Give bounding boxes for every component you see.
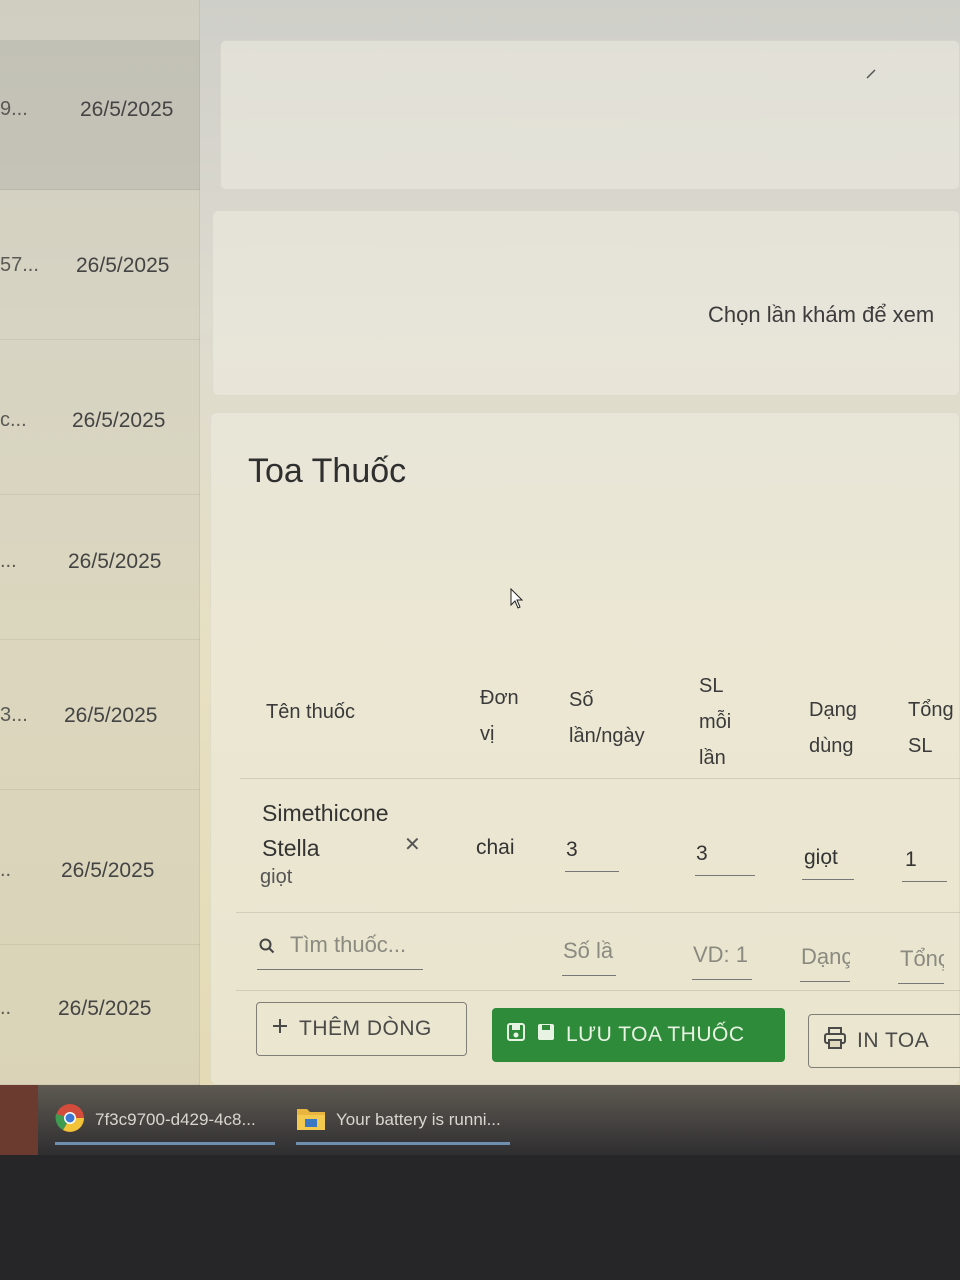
- visit-id: c...: [0, 409, 27, 431]
- search-placeholder: Tìm thuốc...: [290, 932, 407, 957]
- chrome-icon: [55, 1103, 85, 1138]
- col-unit-line: vị: [480, 723, 495, 745]
- mouse-cursor-icon: [510, 587, 524, 610]
- col-times-line: lần/ngày: [569, 725, 645, 747]
- visit-list: 9... 26/5/2025 57... 26/5/2025 c... 26/5…: [0, 0, 200, 1085]
- header-divider: [240, 778, 960, 779]
- start-area[interactable]: [0, 1085, 38, 1155]
- visit-row[interactable]: .. 26/5/2025: [0, 935, 200, 1085]
- active-indicator: [296, 1142, 510, 1145]
- prescription-title: Toa Thuốc: [248, 452, 407, 490]
- unit-value: chai: [476, 836, 515, 859]
- form-value: giọt: [804, 846, 838, 869]
- floppy-icon: [536, 1022, 556, 1048]
- col-dose-line: mỗi: [699, 711, 732, 733]
- col-times-line: Số: [569, 689, 594, 711]
- new-total-input[interactable]: Tổnç: [898, 946, 944, 984]
- row-divider: [236, 912, 960, 913]
- col-total-line: Tổng: [908, 699, 954, 721]
- visit-date: 26/5/2025: [64, 704, 158, 727]
- taskbar-chrome-item[interactable]: 7f3c9700-d429-4c8...: [55, 1095, 275, 1145]
- taskbar: 7f3c9700-d429-4c8... Your battery is run…: [0, 1085, 960, 1155]
- visit-date: 26/5/2025: [68, 550, 162, 573]
- visit-row[interactable]: 9... 26/5/2025: [0, 40, 200, 190]
- col-form-line: dùng: [809, 735, 854, 757]
- visit-row[interactable]: 3... 26/5/2025: [0, 640, 200, 790]
- visit-id: 57...: [0, 254, 39, 276]
- taskbar-battery-item[interactable]: Your battery is runni...: [296, 1095, 510, 1145]
- visit-id: ..: [0, 859, 12, 881]
- visit-id: 9...: [0, 98, 28, 120]
- col-unit: Đơn vị: [480, 680, 519, 752]
- app-screen: 9... 26/5/2025 57... 26/5/2025 c... 26/5…: [0, 0, 960, 1085]
- battery-item-label: Your battery is runni...: [336, 1110, 501, 1129]
- dose-placeholder: VD: 1: [693, 942, 749, 967]
- visit-row[interactable]: .. 26/5/2025: [0, 795, 200, 945]
- visit-date: 26/5/2025: [61, 859, 155, 882]
- printer-icon: [823, 1027, 847, 1055]
- col-dose-line: lần: [699, 747, 726, 769]
- drug-form-sub: giọt: [260, 866, 293, 888]
- visit-row[interactable]: c... 26/5/2025: [0, 345, 200, 495]
- visit-id: ...: [0, 550, 17, 572]
- search-icon: [259, 938, 275, 959]
- plus-icon: [271, 1017, 289, 1041]
- dose-input[interactable]: 3: [695, 842, 755, 876]
- visit-row[interactable]: ... 26/5/2025: [0, 490, 200, 640]
- col-form: Dạng dùng: [809, 692, 857, 764]
- col-times-per-day: Số lần/ngày: [569, 682, 645, 754]
- visit-id: ..: [0, 997, 12, 1019]
- col-total-line: SL: [908, 735, 933, 757]
- form-placeholder: Dạnç: [801, 944, 850, 969]
- times-per-day-input[interactable]: 3: [565, 838, 619, 872]
- input-divider: [236, 990, 960, 991]
- header-card: [220, 40, 960, 190]
- chrome-item-label: 7f3c9700-d429-4c8...: [95, 1110, 256, 1129]
- add-row-button[interactable]: THÊM DÒNG: [256, 1002, 467, 1056]
- col-unit-line: Đơn: [480, 687, 519, 709]
- new-times-input[interactable]: Số lầ: [562, 938, 616, 976]
- save-prescription-button[interactable]: LƯU TOA THUỐC: [492, 1008, 785, 1062]
- visit-date: 26/5/2025: [76, 254, 170, 277]
- col-total: Tổng SL: [908, 692, 954, 764]
- save-label: LƯU TOA THUỐC: [566, 1023, 745, 1046]
- visit-date: 26/5/2025: [58, 997, 152, 1020]
- times-per-day-value: 3: [566, 838, 578, 861]
- form-input[interactable]: giọt: [802, 846, 854, 880]
- drug-search-input[interactable]: Tìm thuốc...: [257, 932, 423, 970]
- col-form-line: Dạng: [809, 699, 857, 721]
- total-placeholder: Tổnç: [900, 946, 944, 971]
- add-row-label: THÊM DÒNG: [299, 1017, 432, 1040]
- print-label: IN TOA: [857, 1029, 930, 1052]
- visit-date: 26/5/2025: [80, 98, 174, 121]
- edit-icon[interactable]: [866, 68, 876, 82]
- total-value: 1: [905, 848, 917, 871]
- times-placeholder: Số lầ: [563, 938, 614, 963]
- drug-name-line: Stella: [262, 835, 320, 861]
- active-indicator: [55, 1142, 275, 1145]
- visit-date: 26/5/2025: [72, 409, 166, 432]
- select-visit-hint: Chọn lần khám để xem: [708, 302, 935, 327]
- col-dose: SL mỗi lần: [699, 668, 731, 776]
- new-form-input[interactable]: Dạnç: [800, 944, 850, 982]
- new-dose-input[interactable]: VD: 1: [692, 942, 752, 980]
- col-dose-line: SL: [699, 675, 724, 697]
- total-input[interactable]: 1: [902, 848, 947, 882]
- col-drug-name: Tên thuốc: [266, 701, 355, 723]
- save-icon: [506, 1022, 526, 1048]
- visit-row[interactable]: 57... 26/5/2025: [0, 190, 200, 340]
- dose-value: 3: [696, 842, 708, 865]
- monitor-bezel: [0, 1155, 960, 1280]
- drug-name: Simethicone Stella: [262, 796, 412, 866]
- folder-icon: [296, 1105, 326, 1136]
- print-prescription-button[interactable]: IN TOA: [808, 1014, 960, 1068]
- drug-name-line: Simethicone: [262, 800, 389, 826]
- remove-drug-icon[interactable]: ✕: [404, 832, 421, 857]
- visit-id: 3...: [0, 704, 28, 726]
